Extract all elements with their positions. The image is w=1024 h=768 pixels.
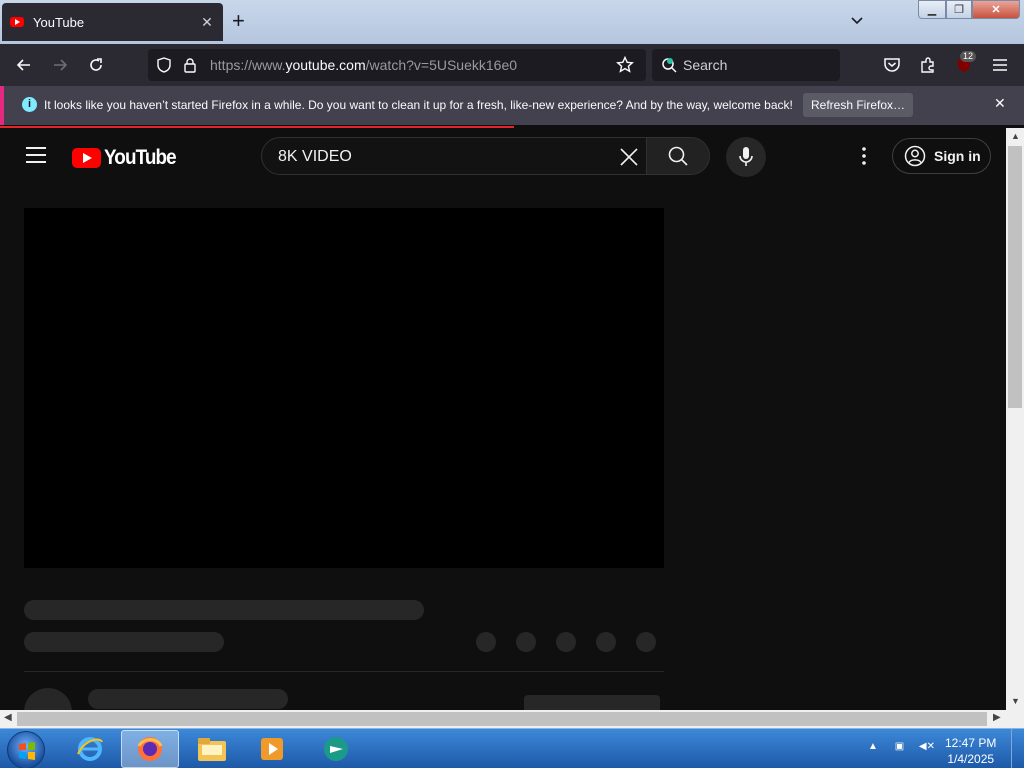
- tab-youtube[interactable]: YouTube ✕: [2, 3, 223, 41]
- url-text: https://www.youtube.com/watch?v=5USuekk1…: [210, 57, 518, 73]
- button-placeholder: [524, 695, 660, 710]
- address-bar[interactable]: https://www.youtube.com/watch?v=5USuekk1…: [148, 49, 646, 81]
- youtube-play-icon: [72, 148, 101, 168]
- hamburger-menu-icon: [993, 59, 1007, 71]
- action-placeholder: [516, 632, 536, 652]
- show-hidden-icons-icon[interactable]: ▲: [868, 741, 878, 752]
- restore-button[interactable]: ❐: [946, 0, 972, 19]
- forward-button[interactable]: [47, 52, 73, 78]
- notification-bar: i It looks like you haven’t started Fire…: [0, 86, 1024, 125]
- section-divider: [24, 671, 664, 672]
- file-explorer-icon[interactable]: [183, 730, 241, 768]
- navigation-toolbar: https://www.youtube.com/watch?v=5USuekk1…: [0, 44, 1024, 86]
- search-query: 8K VIDEO: [278, 148, 352, 165]
- youtube-page: YouTube 8K VIDEO Sign in: [0, 128, 1006, 710]
- volume-muted-icon[interactable]: ◀✕: [919, 741, 935, 752]
- guide-menu-icon[interactable]: [26, 147, 46, 163]
- action-placeholder: [596, 632, 616, 652]
- scroll-left-icon[interactable]: ◀: [4, 712, 12, 723]
- description-placeholder: [88, 689, 288, 709]
- show-desktop-button[interactable]: [1011, 729, 1024, 768]
- list-all-tabs-icon[interactable]: [848, 12, 866, 30]
- messenger-app-icon[interactable]: [307, 730, 365, 768]
- title-placeholder: [24, 600, 424, 620]
- search-placeholder: Search: [683, 57, 728, 73]
- close-notification-icon[interactable]: ✕: [994, 95, 1006, 112]
- reload-button[interactable]: [83, 52, 109, 78]
- firefox-taskbar-icon[interactable]: [121, 730, 179, 768]
- start-button-icon[interactable]: [7, 731, 45, 768]
- forward-arrow-icon: [54, 59, 68, 71]
- settings-kebab-icon[interactable]: [857, 146, 871, 166]
- youtube-favicon-icon: [10, 17, 24, 27]
- system-clock[interactable]: 12:47 PM 1/4/2025: [945, 735, 996, 767]
- extension-badge: 12: [960, 51, 977, 62]
- action-placeholder: [636, 632, 656, 652]
- refresh-firefox-button[interactable]: Refresh Firefox…: [803, 93, 913, 117]
- new-tab-button[interactable]: +: [232, 9, 245, 33]
- account-circle-icon: [904, 145, 926, 167]
- pocket-button[interactable]: [879, 52, 905, 78]
- bookmark-star-icon[interactable]: [616, 56, 634, 74]
- video-player[interactable]: [24, 208, 664, 568]
- network-icon[interactable]: ▣: [895, 741, 904, 752]
- app-menu-button[interactable]: [987, 52, 1013, 78]
- puzzle-icon: [921, 57, 934, 73]
- microphone-icon: [739, 147, 753, 166]
- minimize-button[interactable]: ▁: [918, 0, 946, 19]
- clear-search-icon[interactable]: [618, 146, 640, 168]
- pocket-icon: [884, 58, 900, 72]
- notification-message: It looks like you haven’t started Firefo…: [44, 98, 793, 112]
- scroll-thumb[interactable]: [17, 712, 987, 726]
- youtube-search-button[interactable]: [646, 137, 710, 175]
- channel-placeholder: [24, 632, 224, 652]
- search-icon: [668, 146, 688, 166]
- clock-date: 1/4/2025: [947, 752, 995, 766]
- web-search-box[interactable]: Search: [652, 49, 840, 81]
- sign-in-button[interactable]: Sign in: [892, 138, 991, 174]
- info-icon: i: [22, 97, 37, 112]
- window-controls: ▁ ❐ ✕: [918, 0, 1020, 19]
- back-button[interactable]: [11, 52, 37, 78]
- close-window-button[interactable]: ✕: [972, 0, 1020, 19]
- scroll-right-icon[interactable]: ▶: [993, 712, 1001, 723]
- scroll-down-icon[interactable]: ▼: [1011, 696, 1020, 706]
- vertical-scrollbar[interactable]: ▲ ▼: [1006, 128, 1024, 710]
- close-tab-icon[interactable]: ✕: [199, 14, 215, 31]
- back-arrow-icon: [16, 59, 30, 71]
- extensions-button[interactable]: [915, 52, 941, 78]
- youtube-logo[interactable]: YouTube: [72, 146, 184, 170]
- scroll-thumb[interactable]: [1008, 146, 1022, 408]
- clock-time: 12:47 PM: [945, 736, 997, 750]
- avatar-placeholder: [24, 688, 72, 710]
- reload-icon: [90, 58, 102, 71]
- internet-explorer-icon[interactable]: [61, 730, 119, 768]
- windows-logo-icon: [19, 742, 35, 760]
- browser-tab-strip: YouTube ✕ + ▁ ❐ ✕: [0, 0, 1024, 44]
- voice-search-button[interactable]: [726, 137, 766, 177]
- shield-icon[interactable]: [156, 57, 172, 73]
- media-player-icon[interactable]: [243, 730, 301, 768]
- lock-icon[interactable]: [183, 57, 197, 73]
- windows-taskbar: ▲ ▣ ◀✕ 12:47 PM 1/4/2025: [0, 728, 1024, 768]
- system-tray: ▲ ▣ ◀✕: [868, 741, 935, 752]
- search-engine-icon: [662, 58, 677, 73]
- sign-in-label: Sign in: [934, 148, 981, 164]
- horizontal-scrollbar[interactable]: ◀ ▶: [0, 710, 1006, 728]
- tab-title: YouTube: [33, 14, 85, 30]
- action-placeholder: [556, 632, 576, 652]
- logo-text: YouTube: [104, 146, 177, 169]
- action-placeholder: [476, 632, 496, 652]
- youtube-search-input[interactable]: 8K VIDEO: [261, 137, 647, 175]
- scroll-up-icon[interactable]: ▲: [1011, 131, 1020, 141]
- scroll-corner: [1006, 710, 1024, 728]
